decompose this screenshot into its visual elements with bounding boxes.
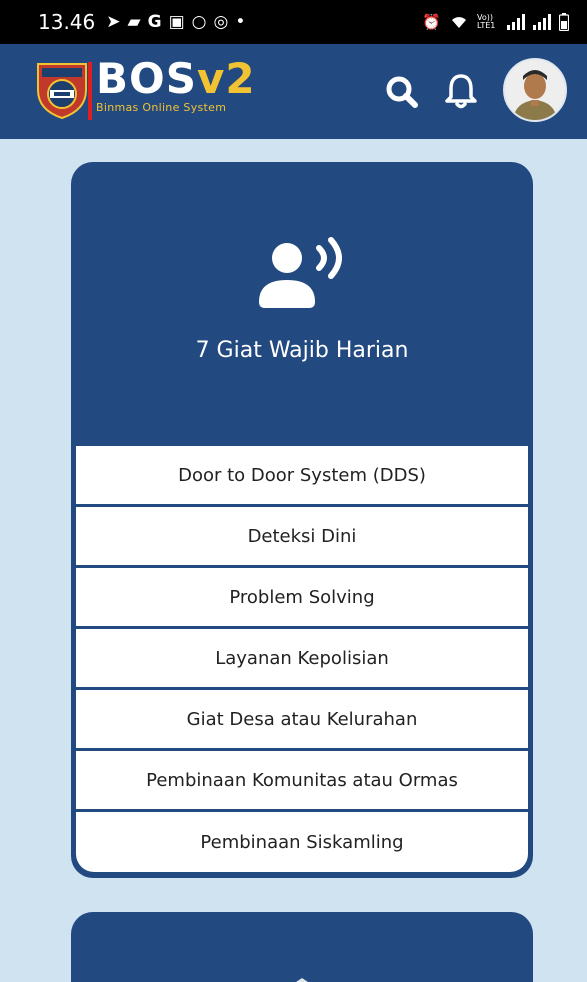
police-logo-icon (37, 63, 87, 120)
giat-card: 7 Giat Wajib Harian Door to Door System … (71, 162, 533, 878)
brand-divider (88, 62, 92, 120)
app-bar: BOSv2 Binmas Online System (0, 44, 587, 139)
chat-icon: ▰ (127, 11, 141, 32)
signal-icon (507, 14, 525, 30)
bell-icon[interactable] (441, 70, 481, 112)
battery-icon (559, 13, 569, 31)
card-header: 7 Giat Wajib Harian (71, 162, 533, 446)
status-left: 13.46 ➤ ▰ G ▣ ○ ◎ • (38, 10, 245, 34)
status-time: 13.46 (38, 10, 96, 34)
location-arrow-icon: ➤ (106, 11, 121, 32)
circle-icon: ○ (191, 11, 207, 32)
brand: BOSv2 Binmas Online System (96, 57, 256, 115)
next-card[interactable] (71, 912, 533, 982)
volte-icon: Vo)) LTE1 (477, 13, 496, 30)
user-speaking-icon (259, 237, 342, 308)
wifi-icon (452, 17, 466, 28)
card-title: 7 Giat Wajib Harian (195, 338, 409, 363)
menu-item-deteksi-dini[interactable]: Deteksi Dini (76, 507, 528, 565)
brand-title: BOSv2 (96, 57, 256, 101)
menu-list: Door to Door System (DDS) Deteksi Dini P… (76, 446, 528, 872)
menu-item-pembinaan-komunitas[interactable]: Pembinaan Komunitas atau Ormas (76, 751, 528, 809)
avatar[interactable] (503, 58, 567, 122)
signal-icon-2 (533, 14, 551, 30)
brand-version: v2 (196, 54, 256, 103)
gallery-icon: ▣ (168, 11, 185, 32)
menu-item-pembinaan-siskamling[interactable]: Pembinaan Siskamling (76, 812, 528, 872)
alarm-icon: ⏰ (422, 13, 441, 31)
menu-item-layanan-kepolisian[interactable]: Layanan Kepolisian (76, 629, 528, 687)
menu-item-giat-desa[interactable]: Giat Desa atau Kelurahan (76, 690, 528, 748)
hotspot-icon: ◎ (213, 11, 229, 32)
next-card-icon (296, 978, 308, 982)
avatar-image (505, 60, 565, 120)
dot-icon: • (235, 11, 246, 32)
status-bar: 13.46 ➤ ▰ G ▣ ○ ◎ • ⏰ Vo)) LTE1 (0, 0, 587, 44)
google-icon: G (147, 11, 162, 32)
brand-main: BOS (96, 54, 197, 103)
menu-item-dds[interactable]: Door to Door System (DDS) (76, 446, 528, 504)
search-icon[interactable] (382, 72, 422, 112)
menu-item-problem-solving[interactable]: Problem Solving (76, 568, 528, 626)
status-right: ⏰ Vo)) LTE1 (422, 13, 569, 31)
